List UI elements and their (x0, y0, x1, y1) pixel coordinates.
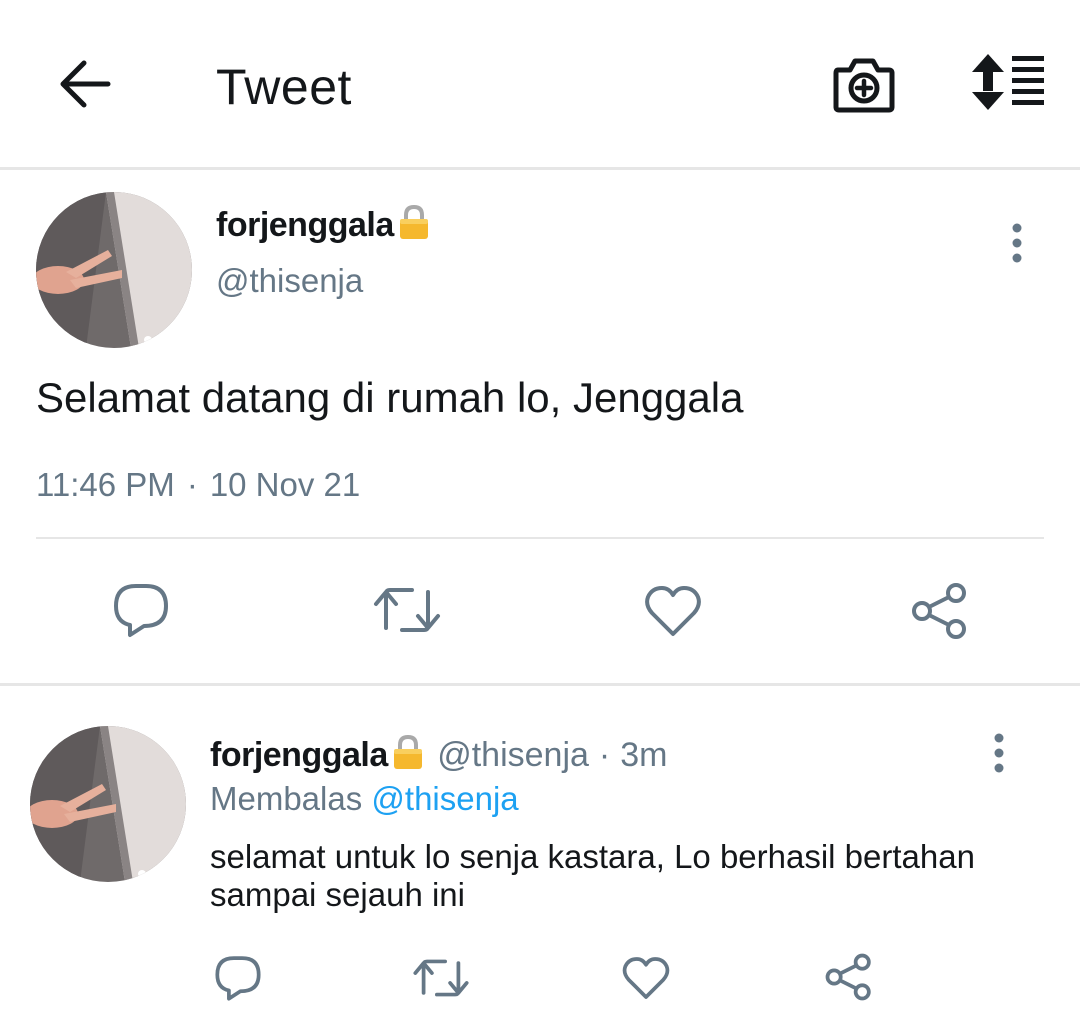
reply-handle[interactable]: @thisenja (437, 736, 589, 774)
section-divider (0, 683, 1080, 686)
arrow-left-icon (60, 60, 111, 108)
author-handle[interactable]: @thisenja (216, 262, 363, 300)
reply-icon (114, 584, 168, 637)
reply-separator: · (598, 736, 611, 774)
reply-icon (215, 956, 261, 1001)
header-divider (0, 167, 1080, 170)
tweet-text: Selamat datang di rumah lo, Jenggala (36, 374, 744, 421)
reply-like-button[interactable] (622, 955, 670, 1006)
replying-mention-link[interactable]: @thisenja (371, 780, 518, 817)
reply-text: selamat untuk lo senja kastara, Lo berha… (210, 838, 975, 913)
like-button[interactable] (644, 584, 702, 643)
heart-icon (645, 586, 701, 636)
camera-button[interactable] (832, 52, 896, 114)
heart-icon (622, 957, 670, 999)
reply-retweet-button[interactable] (412, 956, 470, 1005)
retweet-icon (413, 959, 469, 997)
page-title: Tweet (216, 59, 352, 115)
back-button[interactable] (56, 58, 114, 110)
reply-more-options-button[interactable] (982, 732, 1016, 776)
reply-button[interactable] (112, 582, 170, 643)
lock-icon (398, 204, 430, 249)
retweet-icon (374, 588, 440, 632)
tweet-timestamp: 11:46 PM · 10 Nov 21 (36, 466, 360, 504)
share-icon (825, 953, 871, 1001)
share-icon (912, 583, 966, 639)
share-button[interactable] (910, 582, 970, 645)
reply-reply-button[interactable] (214, 954, 262, 1007)
author-name[interactable]: forjenggala (216, 204, 430, 249)
tweet-date: 10 Nov 21 (209, 466, 361, 503)
reply-display-name[interactable]: forjenggala (210, 736, 388, 774)
reply-header: forjenggala @thisenja · 3m (210, 734, 667, 779)
tweet-time: 11:46 PM (36, 466, 175, 503)
sort-button[interactable] (968, 52, 1048, 112)
reply-share-button[interactable] (824, 953, 874, 1006)
replying-prefix: Membalas (210, 780, 363, 817)
more-vertical-icon (1012, 223, 1022, 263)
reply-time: 3m (620, 736, 668, 774)
more-options-button[interactable] (1000, 222, 1034, 266)
replying-to: Membalas @thisenja (210, 780, 519, 818)
camera-plus-icon (833, 58, 895, 113)
retweet-button[interactable] (372, 584, 442, 641)
meta-separator: · (186, 466, 198, 503)
display-name: forjenggala (216, 206, 394, 244)
avatar[interactable] (36, 192, 192, 348)
app-header: Tweet (0, 0, 1080, 168)
sort-list-icon (972, 54, 1044, 110)
divider (36, 537, 1044, 539)
lock-icon (392, 734, 424, 779)
more-vertical-icon (994, 733, 1004, 773)
reply-avatar[interactable] (30, 726, 186, 882)
